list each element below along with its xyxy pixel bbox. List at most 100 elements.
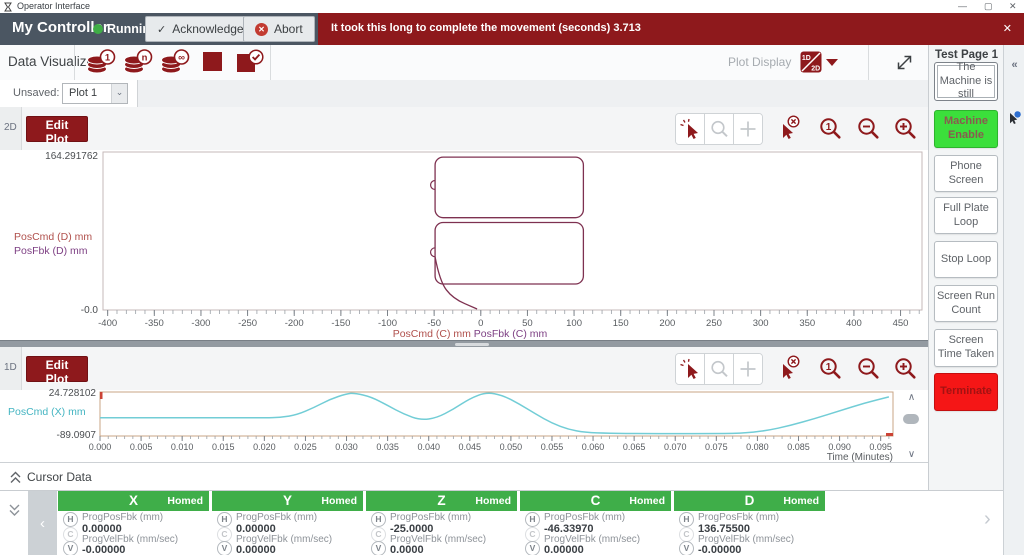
svg-text:∞: ∞ bbox=[178, 52, 185, 63]
pan-tool-button[interactable] bbox=[733, 114, 762, 144]
expand-plots-icon[interactable] bbox=[895, 53, 914, 77]
sidebar-button-terminate[interactable]: Terminate bbox=[934, 373, 998, 411]
svg-text:-250: -250 bbox=[238, 318, 257, 329]
sidebar-button-full-plate-loop[interactable]: Full Plate Loop bbox=[934, 197, 998, 234]
zoom-in-button[interactable] bbox=[891, 354, 919, 382]
axis-card-header[interactable]: Y Homed bbox=[212, 491, 363, 511]
abort-button[interactable]: ✕ Abort bbox=[243, 16, 315, 42]
current-badge-icon: C bbox=[371, 527, 386, 542]
axes-scroll-right[interactable]: › bbox=[984, 508, 991, 531]
plot2d-series-label-posfbk: PosFbk (D) mm bbox=[14, 245, 88, 257]
axis-homed-badge: Homed bbox=[321, 495, 357, 507]
sidebar-button-the-machine-is-still[interactable]: The Machine is still bbox=[934, 62, 998, 101]
plot-tab[interactable]: Unsaved: Plot 1 ⌄ bbox=[0, 80, 138, 107]
record-n-icon[interactable]: n bbox=[121, 48, 155, 78]
vel-feedback-value: 0.00000 bbox=[236, 544, 276, 555]
select-tool-button[interactable] bbox=[676, 354, 704, 384]
plot2d-dimension-label: 2D bbox=[4, 122, 17, 133]
scroll-up-icon[interactable]: ∧ bbox=[901, 392, 922, 403]
record-check-icon[interactable] bbox=[232, 48, 266, 78]
sidebar-button-stop-loop[interactable]: Stop Loop bbox=[934, 241, 998, 278]
axis-card-header[interactable]: X Homed bbox=[58, 491, 209, 511]
alert-banner: It took this long to complete the moveme… bbox=[318, 13, 1024, 45]
plot1d-series-label: PosCmd (X) mm bbox=[8, 406, 86, 418]
collapse-panel-icon[interactable]: « bbox=[1004, 59, 1024, 71]
zoom-out-button[interactable] bbox=[854, 354, 882, 382]
sidebar-button-screen-run-count[interactable]: Screen Run Count bbox=[934, 285, 998, 322]
plot-select-value: Plot 1 bbox=[69, 87, 97, 99]
abort-label: Abort bbox=[274, 22, 303, 36]
plot-list-scrollbar[interactable]: ∧ ∨ bbox=[901, 390, 922, 462]
cursor-notification-icon[interactable] bbox=[1006, 110, 1022, 131]
axis-homed-badge: Homed bbox=[783, 495, 819, 507]
pos-feedback-label: ProgPosFbk (mm) bbox=[544, 512, 625, 523]
pan-tool-button[interactable] bbox=[733, 354, 762, 384]
plot-display-caret-icon[interactable] bbox=[826, 59, 838, 66]
window-titlebar: Operator Interface — ▢ ✕ bbox=[0, 0, 1024, 14]
axis-card-header[interactable]: Z Homed bbox=[366, 491, 517, 511]
velocity-badge-icon: V bbox=[679, 541, 694, 555]
sidebar-button-screen-time-taken[interactable]: Screen Time Taken bbox=[934, 329, 998, 367]
sidebar-button-machine-enable[interactable]: Machine Enable bbox=[934, 110, 998, 148]
cursor-data-bar[interactable]: Cursor Data bbox=[0, 462, 928, 491]
svg-text:0.060: 0.060 bbox=[582, 442, 605, 452]
home-badge-icon: H bbox=[217, 512, 232, 527]
home-badge-icon: H bbox=[679, 512, 694, 527]
record-continuous-icon[interactable]: ∞ bbox=[158, 48, 192, 78]
plot-tab-bar: Unsaved: Plot 1 ⌄ bbox=[0, 80, 1024, 108]
svg-text:n: n bbox=[141, 52, 147, 63]
axes-scroll-left[interactable]: ‹ bbox=[28, 491, 57, 555]
pos-feedback-label: ProgPosFbk (mm) bbox=[698, 512, 779, 523]
collapse-down-icon[interactable] bbox=[8, 503, 21, 522]
zoom-out-button[interactable] bbox=[854, 114, 882, 142]
zoom-region-tool-button[interactable] bbox=[704, 114, 733, 144]
plot-select[interactable]: Plot 1 ⌄ bbox=[62, 83, 128, 104]
svg-text:24.728102: 24.728102 bbox=[49, 388, 97, 399]
minimize-button[interactable]: — bbox=[958, 0, 967, 12]
stop-icon[interactable] bbox=[196, 48, 230, 78]
svg-text:-0.0: -0.0 bbox=[81, 305, 99, 316]
zoom-region-tool-button[interactable] bbox=[704, 354, 733, 384]
plot1d-toolbar: 1D Edit Plot 1 bbox=[0, 347, 928, 390]
toolbar-separator bbox=[270, 45, 271, 80]
svg-text:-150: -150 bbox=[331, 318, 350, 329]
pos-feedback-label: ProgPosFbk (mm) bbox=[390, 512, 471, 523]
alert-banner-close-icon[interactable]: ✕ bbox=[1003, 22, 1012, 35]
axes-status-panel: ‹ X Homed H C V ProgPosFbk (mm) 0.00000 … bbox=[0, 490, 1003, 555]
clear-cursors-button[interactable] bbox=[775, 354, 803, 382]
zoom-actual-button[interactable]: 1 bbox=[816, 354, 844, 382]
edit-plot-1d-button[interactable]: Edit Plot bbox=[26, 356, 88, 382]
plot1d-canvas[interactable]: 0.0000.0050.0100.0150.0200.0250.0300.035… bbox=[40, 388, 910, 462]
edit-plot-2d-button[interactable]: Edit Plot bbox=[26, 116, 88, 142]
select-tool-button[interactable] bbox=[676, 114, 704, 144]
svg-text:0.035: 0.035 bbox=[376, 442, 399, 452]
close-window-icon[interactable]: ✕ bbox=[1009, 0, 1017, 12]
plot2d-toolbar: 2D Edit Plot 1 bbox=[0, 107, 928, 150]
plot-display-mode-icon[interactable]: 1D 2D bbox=[800, 51, 822, 78]
scroll-down-icon[interactable]: ∨ bbox=[901, 449, 922, 460]
svg-text:0.085: 0.085 bbox=[787, 442, 810, 452]
collapse-up-icon[interactable] bbox=[9, 470, 22, 489]
svg-text:-300: -300 bbox=[191, 318, 210, 329]
running-status-icon bbox=[93, 24, 103, 34]
zoom-actual-button[interactable]: 1 bbox=[816, 114, 844, 142]
zoom-in-button[interactable] bbox=[891, 114, 919, 142]
axis-card-d: D Homed H C V ProgPosFbk (mm) 136.75500 … bbox=[674, 491, 825, 555]
axis-card-header[interactable]: C Homed bbox=[520, 491, 671, 511]
toolbar-separator bbox=[868, 45, 869, 80]
clear-cursors-button[interactable] bbox=[775, 114, 803, 142]
axis-card-header[interactable]: D Homed bbox=[674, 491, 825, 511]
scrollbar-thumb[interactable] bbox=[903, 414, 919, 424]
plot1d-gutter: 1D bbox=[0, 347, 22, 390]
maximize-button[interactable]: ▢ bbox=[984, 0, 993, 12]
sidebar-button-phone-screen[interactable]: Phone Screen bbox=[934, 155, 998, 192]
record-one-icon[interactable]: 1 bbox=[84, 48, 118, 78]
app-logo-icon bbox=[4, 2, 12, 12]
alert-banner-text: It took this long to complete the moveme… bbox=[331, 22, 641, 34]
home-badge-icon: H bbox=[63, 512, 78, 527]
home-badge-icon: H bbox=[371, 512, 386, 527]
current-badge-icon: C bbox=[679, 527, 694, 542]
plot2d-canvas[interactable]: -400-350-300-250-200-150-100-50050100150… bbox=[40, 145, 925, 345]
velocity-badge-icon: V bbox=[217, 541, 232, 555]
axis-homed-badge: Homed bbox=[167, 495, 203, 507]
